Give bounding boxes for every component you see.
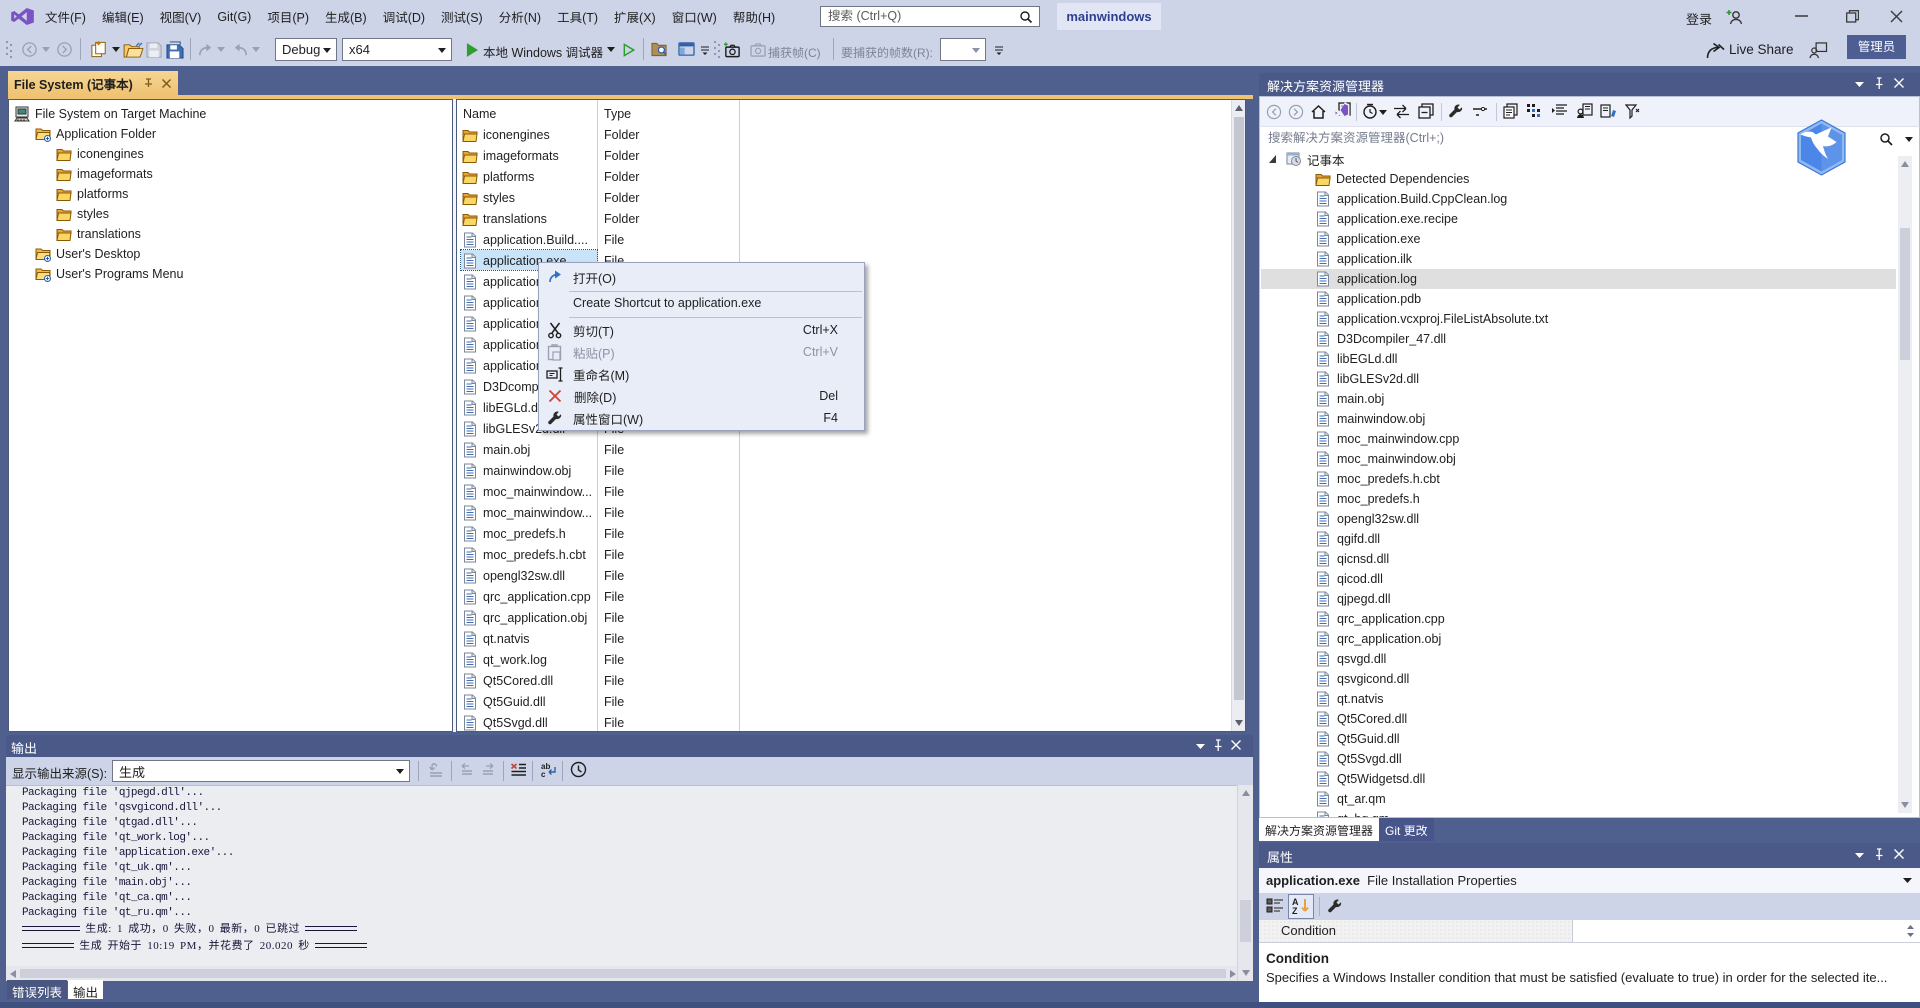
svg-text:c: c — [541, 770, 546, 779]
svg-text:Z: Z — [1292, 906, 1298, 915]
